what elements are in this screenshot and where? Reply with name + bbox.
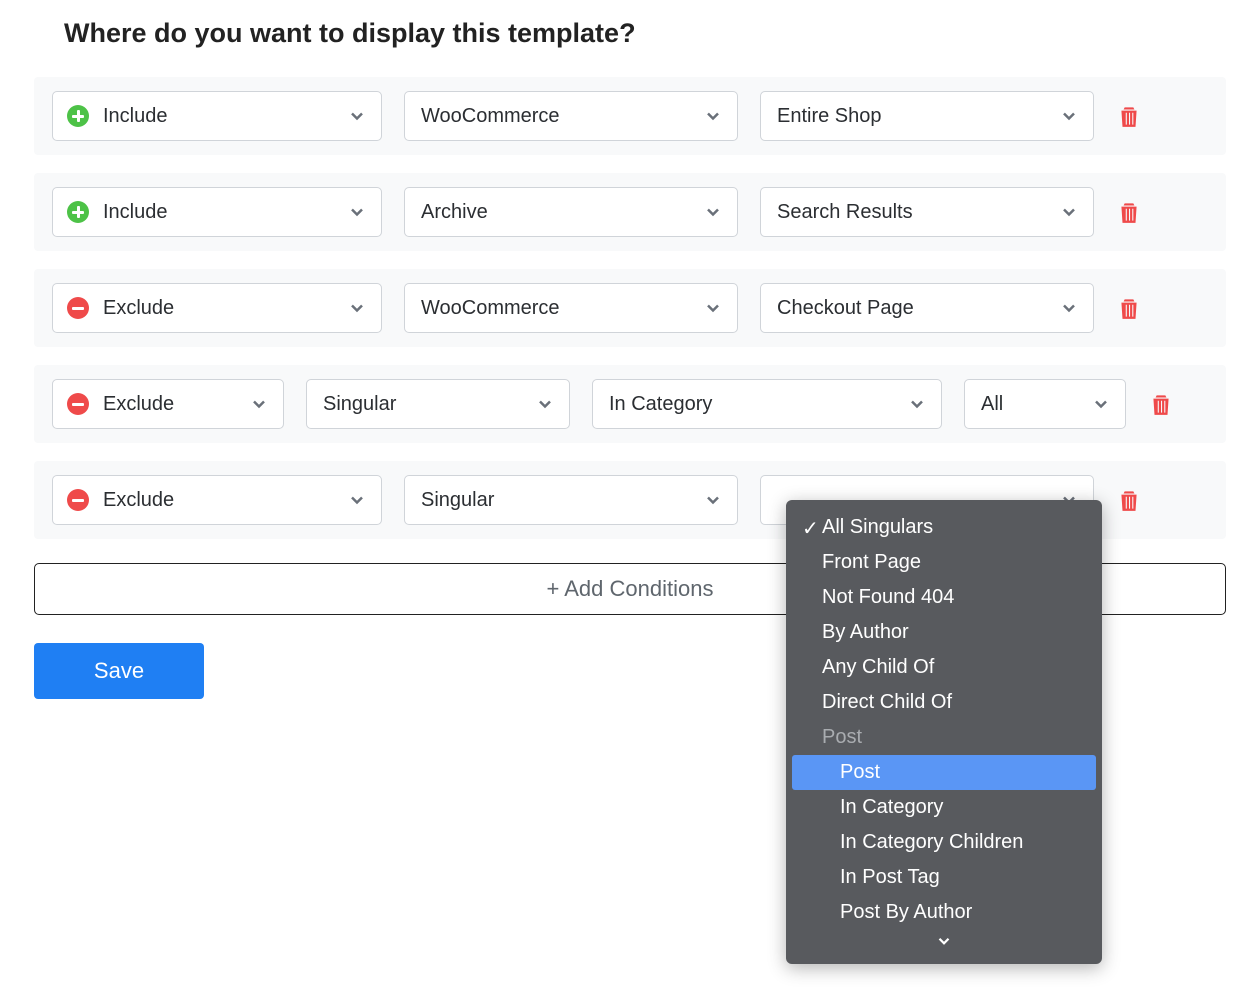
chevron-down-icon <box>347 298 367 318</box>
target-select[interactable]: In Category <box>592 379 942 429</box>
target-select-label: Checkout Page <box>777 297 914 320</box>
dropdown-item[interactable]: Post By Author <box>792 895 1096 930</box>
mode-select-label: Include <box>103 201 168 224</box>
value-select-label: All <box>981 393 1003 416</box>
dropdown-item[interactable]: Post <box>792 755 1096 790</box>
exclude-minus-icon <box>67 297 89 319</box>
source-select[interactable]: Archive <box>404 187 738 237</box>
target-select-label: In Category <box>609 393 712 416</box>
chevron-down-icon <box>249 394 269 414</box>
mode-select[interactable]: Include <box>52 91 382 141</box>
dropdown-item[interactable]: In Category Children <box>792 825 1096 860</box>
target-select-label: Entire Shop <box>777 105 882 128</box>
source-select[interactable]: WooCommerce <box>404 283 738 333</box>
delete-icon[interactable] <box>1116 197 1142 227</box>
condition-row: Exclude WooCommerce Checkout Page <box>34 269 1226 347</box>
source-select[interactable]: Singular <box>306 379 570 429</box>
mode-select[interactable]: Exclude <box>52 379 284 429</box>
dropdown-item[interactable]: Direct Child Of <box>792 685 1096 720</box>
dropdown-more-icon[interactable] <box>792 930 1096 960</box>
chevron-down-icon <box>535 394 555 414</box>
chevron-down-icon <box>1059 298 1079 318</box>
dropdown-item[interactable]: Not Found 404 <box>792 580 1096 615</box>
conditions-list: Include WooCommerce Entire Shop Include Arch… <box>34 77 1226 539</box>
chevron-down-icon <box>347 106 367 126</box>
include-plus-icon <box>67 105 89 127</box>
dropdown-item[interactable]: In Post Tag <box>792 860 1096 895</box>
condition-dropdown[interactable]: All SingularsFront PageNot Found 404By A… <box>786 500 1102 964</box>
save-button[interactable]: Save <box>34 643 204 699</box>
condition-row: Exclude Singular In Category All <box>34 365 1226 443</box>
mode-select-label: Exclude <box>103 297 174 320</box>
chevron-down-icon <box>703 298 723 318</box>
target-select[interactable]: Checkout Page <box>760 283 1094 333</box>
exclude-minus-icon <box>67 393 89 415</box>
chevron-down-icon <box>703 202 723 222</box>
target-select[interactable]: Search Results <box>760 187 1094 237</box>
delete-icon[interactable] <box>1116 293 1142 323</box>
exclude-minus-icon <box>67 489 89 511</box>
source-select-label: WooCommerce <box>421 105 560 128</box>
chevron-down-icon <box>347 490 367 510</box>
dropdown-group-label: Post <box>792 720 1096 755</box>
mode-select-label: Include <box>103 105 168 128</box>
source-select-label: Singular <box>421 489 494 512</box>
mode-select[interactable]: Exclude <box>52 283 382 333</box>
dropdown-item[interactable]: Any Child Of <box>792 650 1096 685</box>
delete-icon[interactable] <box>1116 485 1142 515</box>
chevron-down-icon <box>1091 394 1111 414</box>
dropdown-item[interactable]: Front Page <box>792 545 1096 580</box>
mode-select[interactable]: Exclude <box>52 475 382 525</box>
dropdown-item[interactable]: In Category <box>792 790 1096 825</box>
dropdown-item[interactable]: By Author <box>792 615 1096 650</box>
mode-select-label: Exclude <box>103 393 174 416</box>
delete-icon[interactable] <box>1116 101 1142 131</box>
condition-row: Include WooCommerce Entire Shop <box>34 77 1226 155</box>
chevron-down-icon <box>703 106 723 126</box>
condition-row: Include Archive Search Results <box>34 173 1226 251</box>
value-select[interactable]: All <box>964 379 1126 429</box>
chevron-down-icon <box>1059 202 1079 222</box>
source-select-label: WooCommerce <box>421 297 560 320</box>
chevron-down-icon <box>703 490 723 510</box>
source-select[interactable]: Singular <box>404 475 738 525</box>
mode-select[interactable]: Include <box>52 187 382 237</box>
chevron-down-icon <box>907 394 927 414</box>
chevron-down-icon <box>1059 106 1079 126</box>
dropdown-item-selected[interactable]: All Singulars <box>792 510 1096 545</box>
include-plus-icon <box>67 201 89 223</box>
target-select-label: Search Results <box>777 201 913 224</box>
source-select-label: Archive <box>421 201 488 224</box>
delete-icon[interactable] <box>1148 389 1174 419</box>
chevron-down-icon <box>347 202 367 222</box>
source-select[interactable]: WooCommerce <box>404 91 738 141</box>
target-select[interactable]: Entire Shop <box>760 91 1094 141</box>
page-title: Where do you want to display this templa… <box>34 18 1226 49</box>
source-select-label: Singular <box>323 393 396 416</box>
mode-select-label: Exclude <box>103 489 174 512</box>
